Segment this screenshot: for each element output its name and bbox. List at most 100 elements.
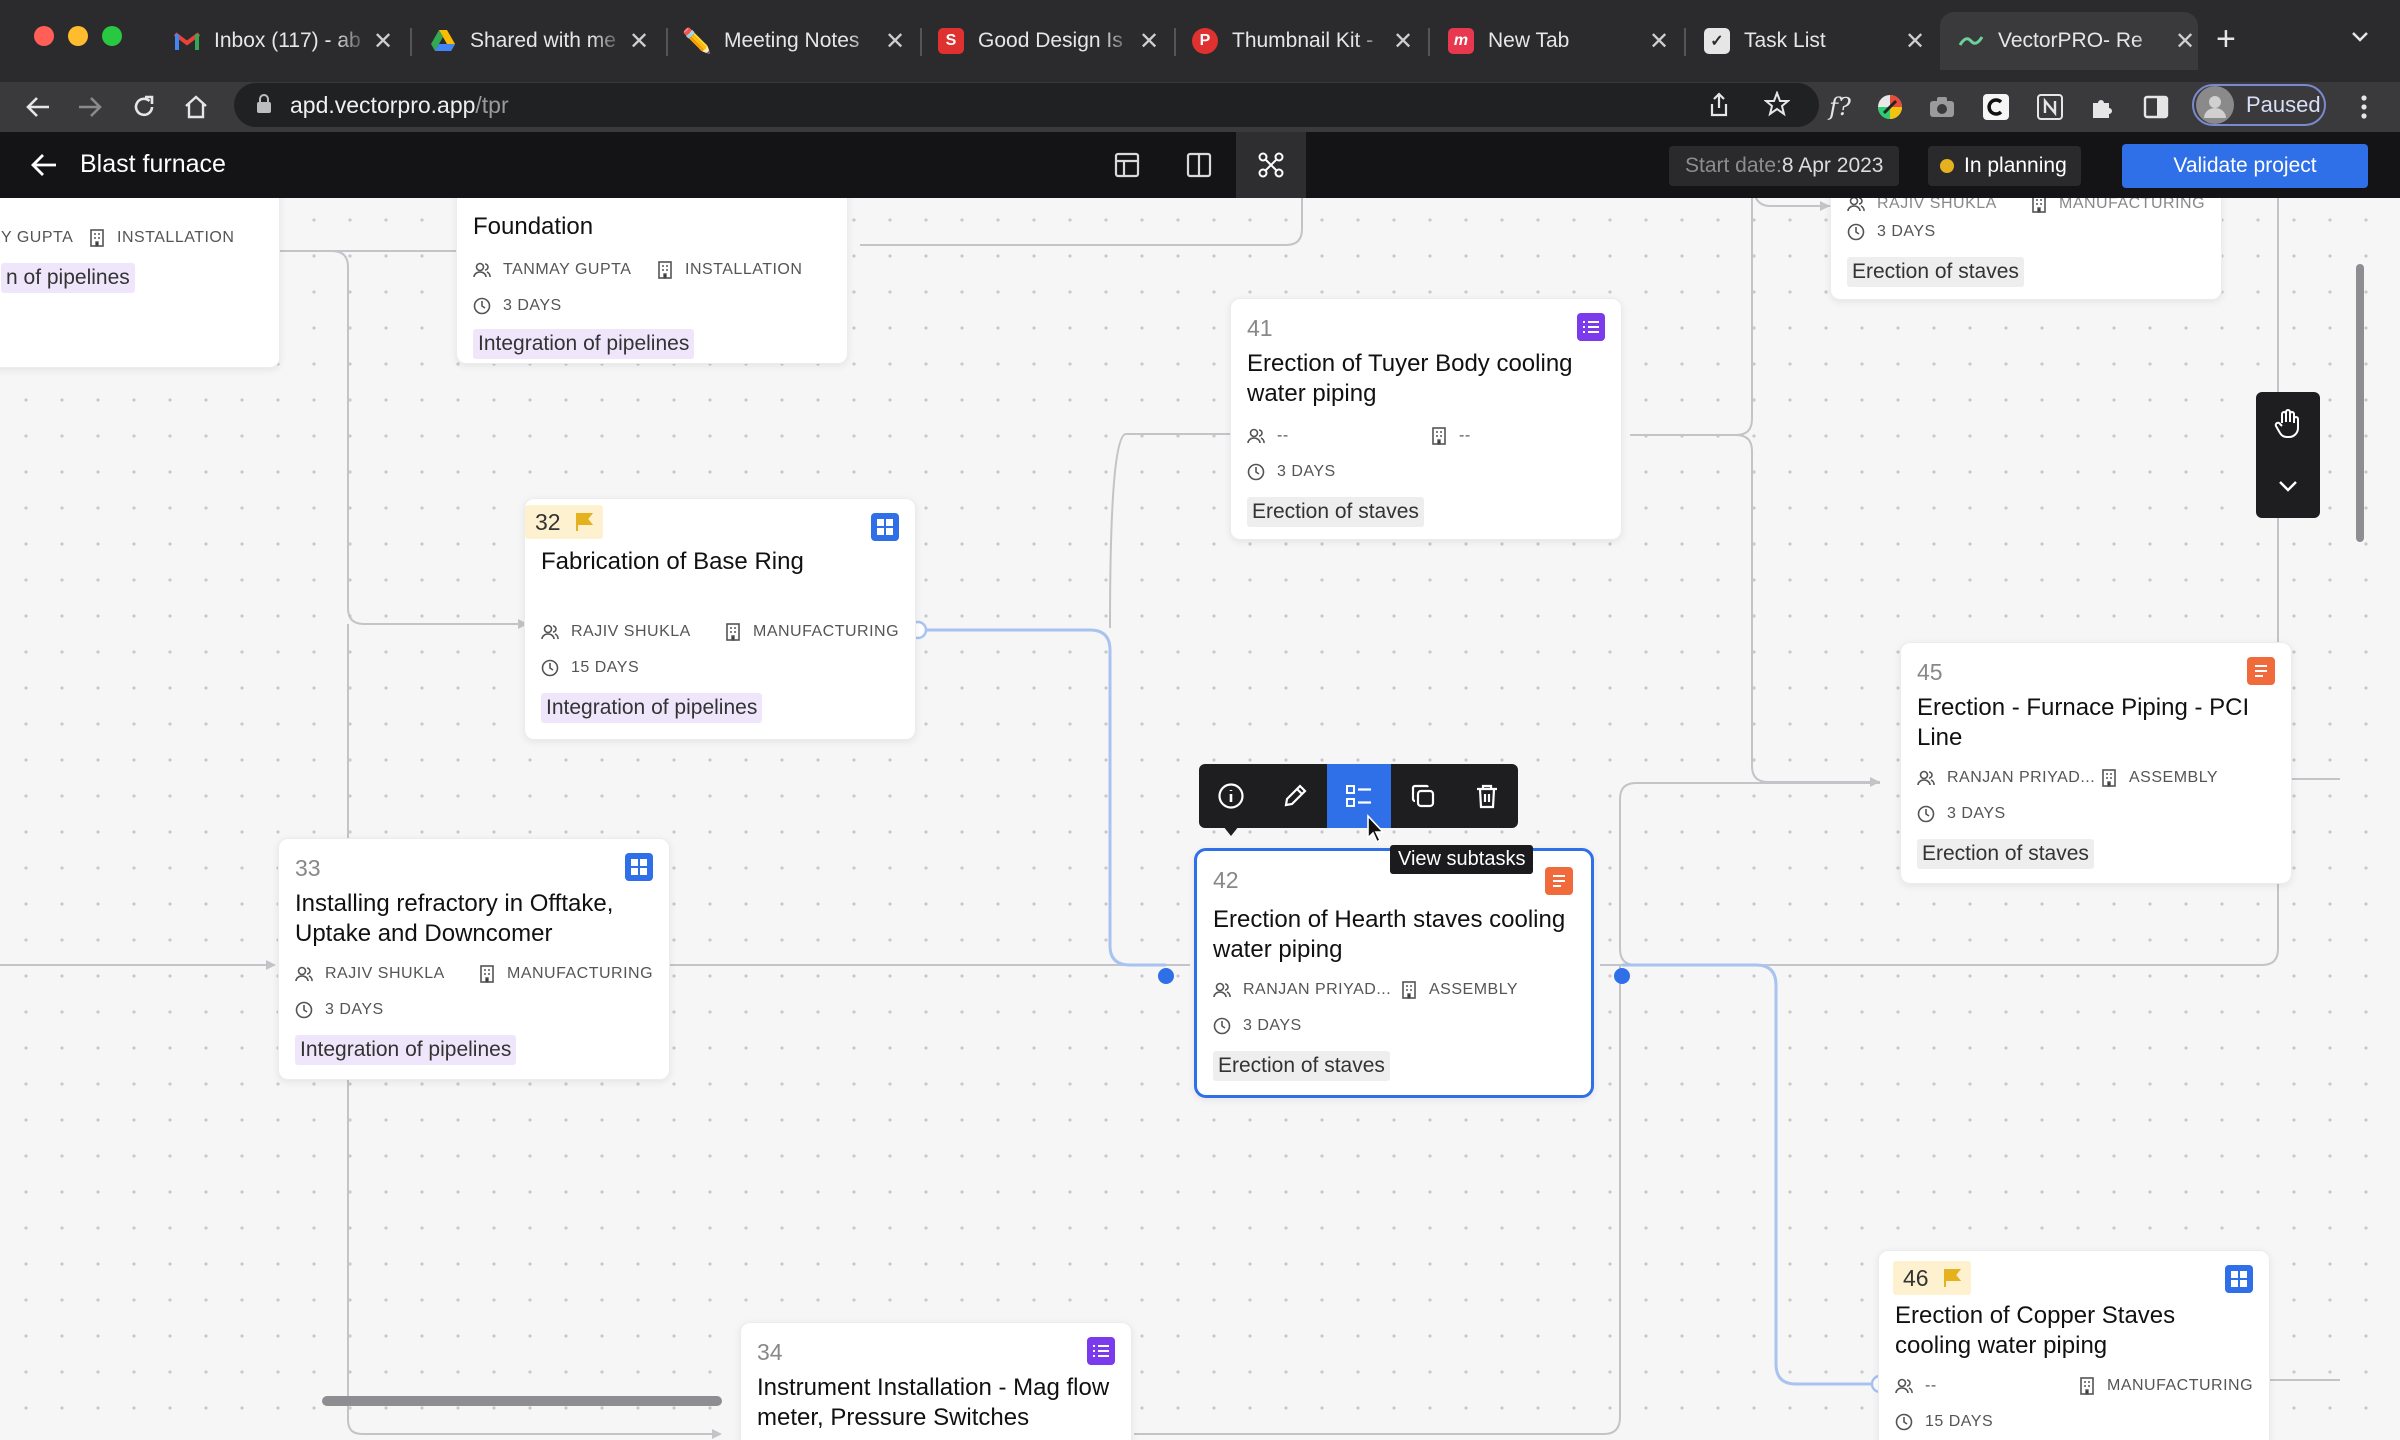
close-tab-icon[interactable]: ✕ [1390,27,1416,56]
tab-title: Meeting Notes [724,29,860,52]
delete-icon[interactable] [1455,764,1519,828]
back-icon[interactable] [18,82,58,132]
task-card-partial-top[interactable]: RAJIV SHUKLA MANUFACTURING 3 DAYS Erecti… [1830,198,2222,300]
hand-pan-icon[interactable] [2256,392,2320,456]
browser-menu-icon[interactable] [2346,82,2382,132]
profile-button[interactable]: Paused [2192,84,2326,126]
formula-extension-icon[interactable]: f? [1820,82,1860,132]
browser-tab-new-tab[interactable]: m New Tab ✕ [1448,12,1672,70]
vertical-scrollbar[interactable] [2356,264,2364,542]
building-icon [480,965,494,983]
department: INSTALLATION [657,261,802,279]
list-task-icon[interactable] [1087,1337,1115,1365]
browser-tab-good-design[interactable]: S Good Design Is ✕ [938,12,1162,70]
close-tab-icon[interactable]: ✕ [2172,27,2198,56]
duration: 15 DAYS [1895,1413,1993,1431]
horizontal-scrollbar[interactable] [322,1396,722,1406]
task-title: Erection of Tuyer Body cooling water pip… [1247,350,1573,407]
reload-icon[interactable] [124,82,164,132]
network-canvas[interactable]: Y GUPTA INSTALLATION n of pipelines Foun… [0,198,2400,1440]
close-tab-icon[interactable]: ✕ [1136,27,1162,56]
browser-tab-vectorpro[interactable]: VectorPRO- Re ✕ [1940,12,2198,70]
chevron-down-icon[interactable] [2256,454,2320,518]
validate-project-button[interactable]: Validate project [2122,144,2368,188]
task-card-partial[interactable]: Y GUPTA INSTALLATION n of pipelines [0,198,280,368]
tab-title: New Tab [1488,29,1570,52]
info-icon[interactable] [1199,764,1263,828]
node-action-toolbar [1199,764,1519,836]
mouse-cursor-icon [1366,813,1386,849]
clock-icon [541,659,559,677]
users-icon [1213,982,1231,998]
duplicate-icon[interactable] [1391,764,1455,828]
camera-extension-icon[interactable] [1922,82,1962,132]
grid-task-icon[interactable] [871,513,899,541]
phase-tag: Erection of staves [1847,257,2024,287]
minimize-window-button[interactable] [68,26,88,46]
flag-icon [1943,1269,1961,1287]
table-view-button[interactable] [1092,132,1162,198]
back-arrow-icon[interactable] [30,152,58,183]
color-extension-icon[interactable] [1870,82,1910,132]
tab-search-chevron-icon[interactable] [2350,30,2370,49]
close-tab-icon[interactable]: ✕ [1646,27,1672,56]
address-bar[interactable]: apd.vectorpro.app/tpr [234,83,1819,127]
bookmark-star-icon[interactable] [1763,90,1791,122]
close-tab-icon[interactable]: ✕ [370,27,396,56]
c-extension-icon[interactable] [1976,82,2016,132]
task-title: Fabrication of Base Ring [541,548,804,575]
task-card-33[interactable]: 33 Installing refractory in Offtake, Upt… [278,838,670,1080]
drive-icon [430,28,456,54]
side-panel-icon[interactable] [2136,82,2176,132]
task-number: 33 [295,855,321,881]
grid-task-icon[interactable] [625,853,653,881]
task-title: Erection of Copper Staves cooling water … [1895,1302,2176,1359]
close-tab-icon[interactable]: ✕ [882,27,908,56]
browser-tab-drive[interactable]: Shared with me ✕ [430,12,652,70]
browser-tab-task-list[interactable]: ✓ Task List ✕ [1704,12,1928,70]
browser-tab-strip: Inbox (117) - ab ✕ Shared with me ✕ ✏️ M… [0,0,2400,82]
clock-icon [473,297,491,315]
new-tab-button[interactable]: + [2216,22,2236,56]
doc-task-icon[interactable] [1545,867,1573,895]
grid-task-icon[interactable] [2225,1265,2253,1293]
doc-task-icon[interactable] [2247,657,2275,685]
task-card-32[interactable]: 32 Fabrication of Base Ring RAJIV SHUKLA… [524,498,916,740]
forward-icon[interactable] [70,82,110,132]
task-card-46[interactable]: 46 Erection of Copper Staves cooling wat… [1878,1250,2270,1440]
task-card-foundation[interactable]: Foundation TANMAY GUPTA INSTALLATION 3 D… [456,198,848,364]
task-card-45[interactable]: 45 Erection - Furnace Piping - PCI Line … [1900,642,2292,884]
status-badge[interactable]: In planning [1928,146,2081,186]
department: MANUFACTURING [725,623,899,641]
close-tab-icon[interactable]: ✕ [626,27,652,56]
task-card-41[interactable]: 41 Erection of Tuyer Body cooling water … [1230,298,1622,540]
maximize-window-button[interactable] [102,26,122,46]
edit-icon[interactable] [1263,764,1327,828]
home-icon[interactable] [176,82,216,132]
browser-tab-gmail[interactable]: Inbox (117) - ab ✕ [174,12,396,70]
task-card-34[interactable]: 34 Instrument Installation - Mag flow me… [740,1322,1132,1440]
browser-tab-meeting-notes[interactable]: ✏️ Meeting Notes ✕ [682,12,908,70]
clock-icon [1247,463,1265,481]
network-view-button[interactable] [1236,132,1306,198]
clock-icon [1895,1413,1913,1431]
share-icon[interactable] [1708,92,1730,123]
users-icon [473,262,491,278]
close-tab-icon[interactable]: ✕ [1902,27,1928,56]
phase-tag: n of pipelines [1,263,135,293]
task-number: 34 [757,1339,783,1365]
assignee: RANJAN PRIYAD... [1213,981,1391,999]
browser-tab-thumbnail-kit[interactable]: P Thumbnail Kit - ✕ [1192,12,1416,70]
split-view-button[interactable] [1164,132,1234,198]
close-window-button[interactable] [34,26,54,46]
extensions-puzzle-icon[interactable] [2082,82,2122,132]
phase-tag: Integration of pipelines [541,693,763,723]
notion-extension-icon[interactable] [2030,82,2070,132]
building-icon [2080,1377,2094,1395]
task-title: Instrument Installation - Mag flow meter… [757,1374,1110,1431]
task-card-42-selected[interactable]: 42 Erection of Hearth staves cooling wat… [1194,848,1594,1098]
phase-tag: Erection of staves [1213,1051,1390,1081]
list-task-icon[interactable] [1577,313,1605,341]
phase-tag: Erection of staves [1917,839,2094,869]
app-header: Blast furnace Start date: 8 Apr 2023 In p… [0,132,2400,198]
